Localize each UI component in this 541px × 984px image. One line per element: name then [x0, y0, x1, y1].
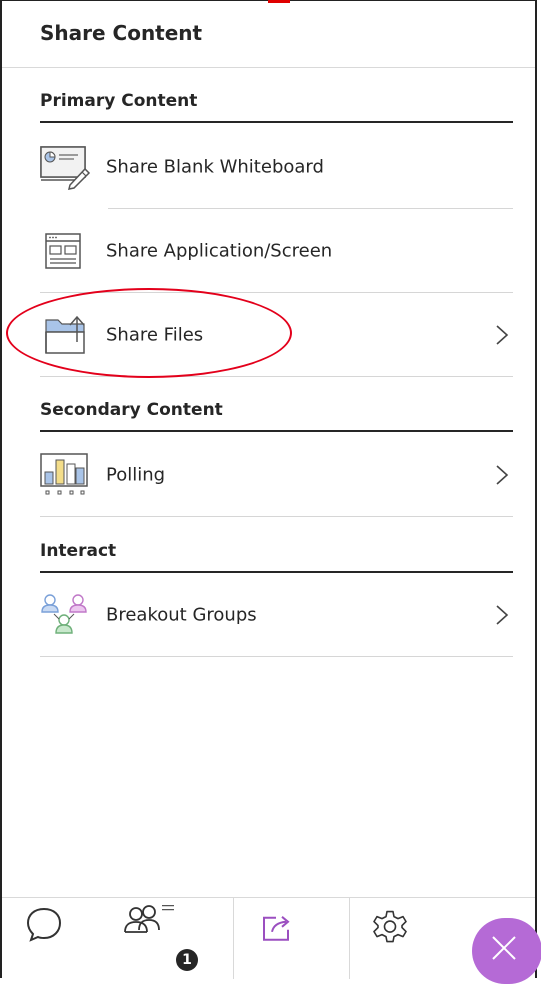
- section-heading: Secondary Content: [40, 400, 223, 420]
- close-panel-button[interactable]: [472, 918, 541, 984]
- section-interact: Interact: [40, 541, 513, 573]
- share-application-screen-item[interactable]: Share Application/Screen: [40, 209, 513, 293]
- tab-chat[interactable]: [26, 898, 102, 979]
- application-screen-icon: [40, 228, 92, 274]
- folder-upload-icon: [40, 312, 92, 358]
- section-secondary-content: Secondary Content: [40, 400, 513, 432]
- chevron-right-icon: [495, 324, 509, 346]
- item-label: Polling: [106, 464, 166, 485]
- tab-share-content[interactable]: [233, 898, 350, 979]
- section-heading: Primary Content: [40, 91, 198, 111]
- tab-settings[interactable]: [373, 898, 450, 979]
- chevron-right-icon: [495, 464, 509, 486]
- item-label: Share Blank Whiteboard: [106, 156, 324, 177]
- whiteboard-icon: [40, 144, 92, 190]
- item-label: Share Application/Screen: [106, 240, 333, 261]
- share-blank-whiteboard-item[interactable]: Share Blank Whiteboard: [40, 125, 513, 208]
- polling-item[interactable]: Polling: [40, 433, 513, 517]
- bottom-tab-bar: 1: [2, 897, 535, 979]
- breakout-groups-item[interactable]: Breakout Groups: [40, 573, 513, 657]
- chevron-right-icon: [495, 604, 509, 626]
- page-title: Share Content: [40, 21, 203, 45]
- share-files-item[interactable]: Share Files: [40, 293, 513, 377]
- section-primary-content: Primary Content: [40, 91, 513, 123]
- item-label: Breakout Groups: [106, 604, 257, 625]
- section-heading: Interact: [40, 541, 117, 561]
- tab-attendees[interactable]: 1: [124, 898, 206, 979]
- attendee-count-badge: 1: [176, 949, 198, 971]
- panel-header: Share Content: [2, 1, 535, 68]
- item-label: Share Files: [106, 324, 204, 345]
- breakout-groups-icon: [40, 592, 92, 638]
- polling-chart-icon: [40, 452, 92, 498]
